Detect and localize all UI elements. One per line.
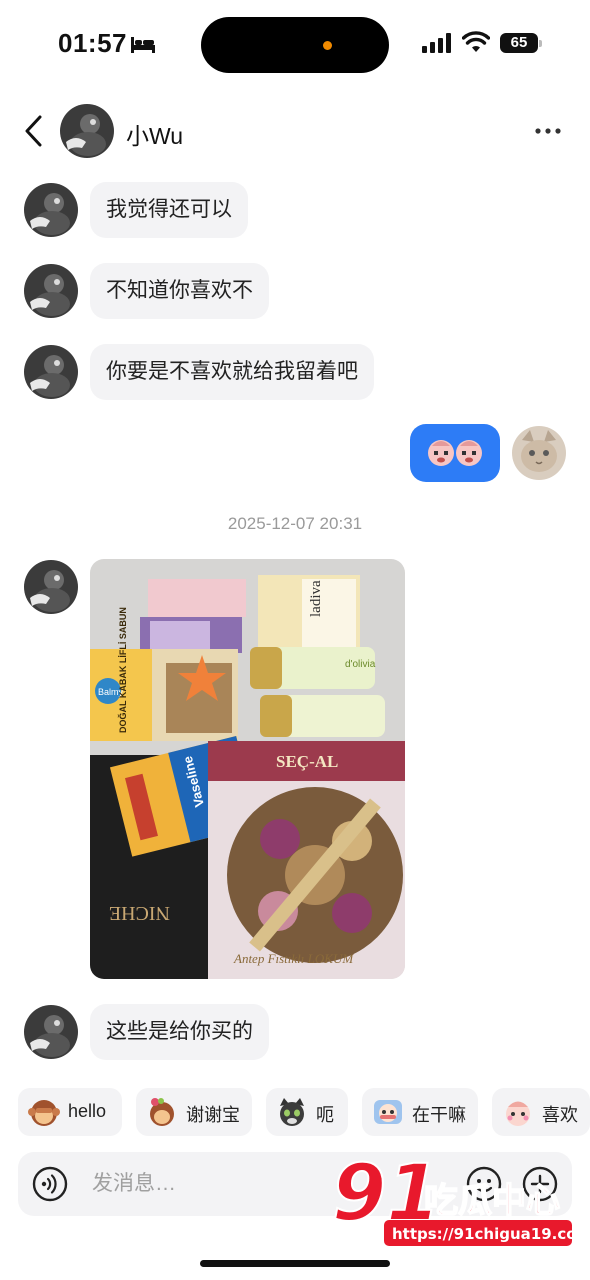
brand-niche: NICHE: [109, 902, 170, 924]
brand-soap: DOĞAL KABAK LİFLİ SABUN: [117, 607, 128, 733]
cat-emoji-icon: [280, 1098, 304, 1126]
gift-products-photo: ladiva d'olivia Balmy DOĞAL KABAK LİFLİ …: [90, 559, 405, 979]
peach-emoji-icon: [506, 1101, 530, 1126]
bed-icon: [131, 37, 155, 53]
quick-reply-chip[interactable]: 在干嘛: [362, 1088, 478, 1136]
brand-dolivia-1: d'olivia: [345, 659, 376, 670]
wifi-icon: [462, 31, 490, 52]
quick-reply-label: 喜欢: [542, 1105, 578, 1125]
contact-avatar-message[interactable]: [24, 345, 78, 399]
contact-name: 小Wu: [126, 123, 184, 149]
message-photo[interactable]: ladiva d'olivia Balmy DOĞAL KABAK LİFLİ …: [90, 559, 405, 979]
more-options-icon[interactable]: [534, 122, 562, 140]
brand-lokum: Antep Fıstıklı LOKUM: [233, 951, 354, 966]
status-bar: 01:57 65: [0, 0, 590, 90]
back-arrow-icon[interactable]: [22, 114, 48, 148]
home-indicator[interactable]: [200, 1260, 390, 1267]
message-bubble-received[interactable]: 你要是不喜欢就给我留着吧: [90, 344, 374, 400]
watermark-text: 吃瓜中心: [424, 1181, 560, 1221]
quick-reply-label: 谢谢宝: [186, 1105, 240, 1125]
monkey-emoji-icon: [28, 1100, 60, 1126]
contact-avatar-message[interactable]: [24, 264, 78, 318]
peach-sticker-icon: [428, 440, 482, 466]
message-bubble-sent-sticker[interactable]: [410, 424, 500, 482]
mic-indicator-icon: [323, 41, 332, 50]
message-bubble-received[interactable]: 不知道你喜欢不: [90, 263, 269, 319]
status-time: 01:57: [58, 28, 127, 58]
monkey-flower-emoji-icon: [150, 1098, 174, 1126]
quick-reply-chip[interactable]: hello: [18, 1088, 122, 1136]
my-avatar[interactable]: [512, 426, 566, 480]
contact-avatar-message[interactable]: [24, 183, 78, 237]
dynamic-island: [201, 17, 389, 73]
quick-reply-bar: hello 谢谢宝 呃 在干嘛 喜欢: [18, 1088, 590, 1136]
contact-avatar-message[interactable]: [24, 1005, 78, 1059]
quick-reply-label: 在干嘛: [412, 1105, 466, 1125]
cellular-signal-icon: [422, 33, 451, 53]
quick-reply-label: hello: [68, 1101, 107, 1121]
quick-reply-chip[interactable]: 谢谢宝: [136, 1088, 252, 1136]
contact-avatar-message[interactable]: [24, 560, 78, 614]
brand-ladiva: ladiva: [308, 580, 324, 617]
brand-secal: SEÇ-AL: [276, 752, 338, 771]
peeking-emoji-icon: [374, 1100, 402, 1124]
contact-avatar[interactable]: [60, 104, 114, 158]
watermark-logo: 91 吃瓜中心 https://91chigua19.com: [331, 1148, 590, 1250]
message-bubble-received[interactable]: 这些是给你买的: [90, 1004, 269, 1060]
battery-indicator: 65: [500, 33, 542, 53]
voice-input-icon[interactable]: [32, 1166, 68, 1202]
chat-header: 小Wu: [0, 100, 590, 162]
message-bubble-received[interactable]: 我觉得还可以: [90, 182, 248, 238]
quick-reply-label: 呃: [316, 1105, 334, 1125]
quick-reply-chip[interactable]: 呃: [266, 1088, 348, 1136]
watermark-url: https://91chigua19.com: [392, 1225, 582, 1243]
chat-timestamp: 2025-12-07 20:31: [227, 514, 363, 533]
quick-reply-chip[interactable]: 喜欢: [492, 1088, 590, 1136]
message-input[interactable]: [92, 1168, 332, 1200]
